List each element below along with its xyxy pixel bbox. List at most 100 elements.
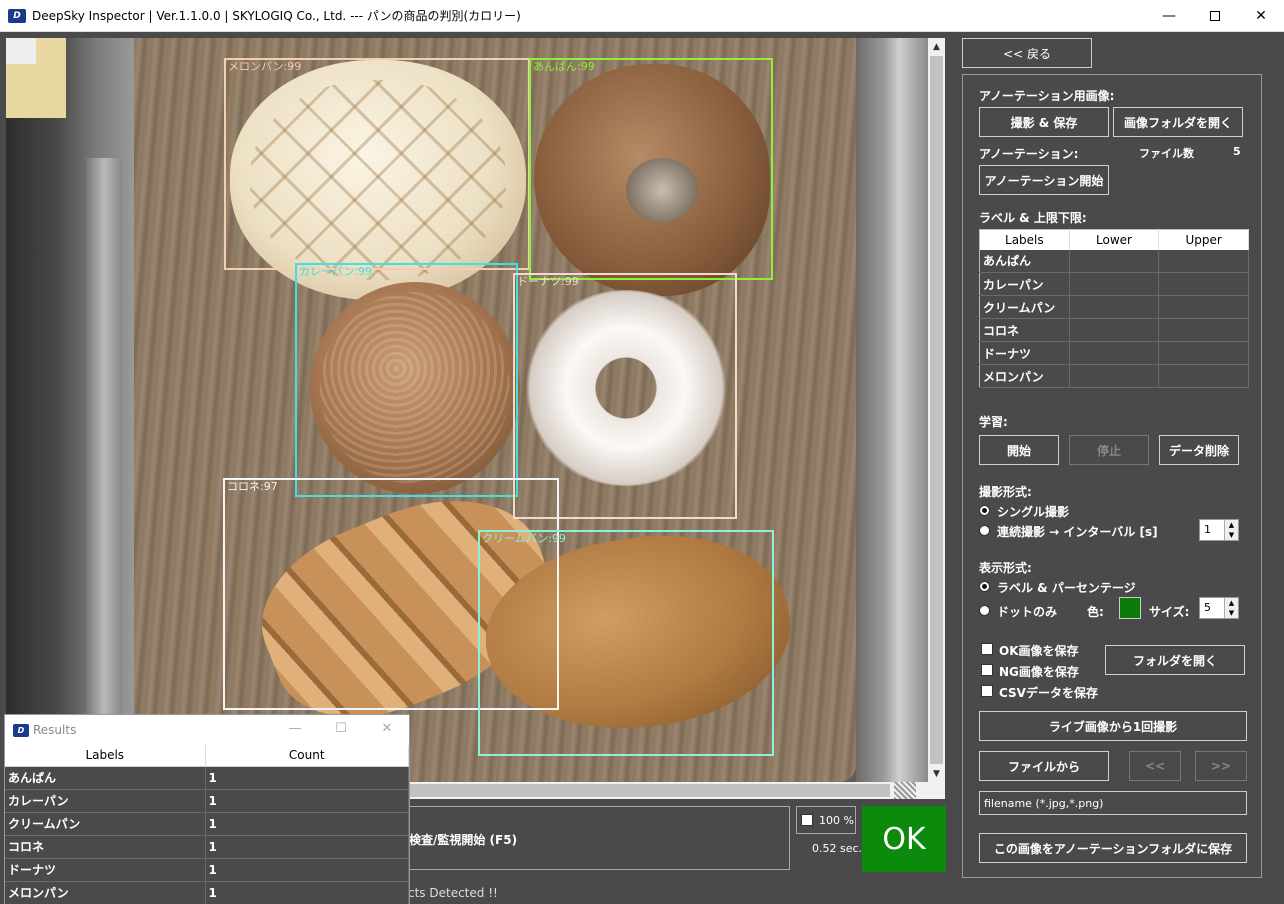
table-row[interactable]: カレーパン [979,272,1249,296]
table-row[interactable]: カレーパン 1 [5,789,409,813]
capture-save-button[interactable]: 撮影 & 保存 [979,107,1109,137]
single-capture-radio[interactable] [979,505,990,516]
table-row[interactable]: ドーナツ [979,341,1249,365]
column-header[interactable]: Labels [5,745,206,767]
continuous-capture-radio[interactable] [979,525,990,536]
row-label: コロネ [5,835,206,859]
label-cell: コロネ [979,318,1070,342]
table-row[interactable]: コロネ [979,318,1249,342]
bbox-currypan: カレーパン:99 [295,263,518,497]
result-indicator: OK [862,806,946,872]
background-left [6,38,136,782]
row-count: 1 [205,789,409,813]
spinner-up-icon[interactable]: ▲ [1224,598,1238,608]
results-maximize-button[interactable]: ☐ [327,721,355,736]
lower-cell[interactable] [1069,318,1160,342]
results-close-button[interactable]: ✕ [373,721,401,736]
minimize-button[interactable]: — [1146,0,1192,32]
results-minimize-button[interactable]: — [281,721,309,736]
from-file-button[interactable]: ファイルから [979,751,1109,781]
lower-cell[interactable] [1069,364,1160,388]
table-row[interactable]: クリームパン [979,295,1249,319]
start-annotation-button[interactable]: アノーテーション開始 [979,165,1109,195]
camera-image-view[interactable]: メロンパン:99 あんぱん:99 カレーパン:99 ドーナツ:99 コロネ:97… [6,38,928,782]
table-row[interactable]: メロンパン 1 [5,881,409,904]
save-csv-label: CSVデータを保存 [999,686,1098,700]
title-bar: D DeepSky Inspector | Ver.1.1.0.0 | SKYL… [0,0,1284,32]
size-value: 5 [1204,601,1211,614]
inspect-start-label: 検査/監視開始 (F5) [409,833,518,847]
open-image-folder-button[interactable]: 画像フォルダを開く [1113,107,1243,137]
label-cell: クリームパン [979,295,1070,319]
save-ng-checkbox[interactable] [981,664,993,676]
table-row[interactable]: メロンパン [979,364,1249,388]
table-row[interactable]: コロネ 1 [5,835,409,859]
label-cell: カレーパン [979,272,1070,296]
upper-cell[interactable] [1158,295,1249,319]
column-header[interactable]: Upper [1158,229,1249,250]
bbox-label: クリームパン:99 [482,532,566,545]
lower-cell[interactable] [1069,295,1160,319]
row-count: 1 [205,766,409,790]
row-count: 1 [205,812,409,836]
bbox-creampan: クリームパン:99 [478,530,774,756]
label-percent-radio[interactable] [979,581,990,592]
spinner-down-icon[interactable]: ▼ [1224,608,1238,618]
label-percent-label: ラベル & パーセンテージ [997,581,1136,595]
bbox-label: コロネ:97 [227,480,278,493]
upper-cell[interactable] [1158,318,1249,342]
table-row[interactable]: あんぱん 1 [5,766,409,790]
column-header[interactable]: Count [205,745,409,767]
size-spinner[interactable]: 5 ▲ ▼ [1199,597,1239,619]
spinner-up-icon[interactable]: ▲ [1224,520,1238,530]
row-count: 1 [205,835,409,859]
column-header[interactable]: Lower [1069,229,1160,250]
upper-cell[interactable] [1158,272,1249,296]
dot-color-swatch[interactable] [1119,597,1141,619]
column-header[interactable]: Labels [979,229,1070,250]
results-title: Results [33,723,77,737]
control-panel: アノーテーション用画像: 撮影 & 保存 画像フォルダを開く アノーテーション:… [962,74,1262,878]
upper-cell[interactable] [1158,364,1249,388]
maximize-icon [1210,11,1220,21]
row-count: 1 [205,858,409,882]
close-button[interactable]: ✕ [1238,0,1284,32]
prev-file-button[interactable]: << [1129,751,1181,781]
scroll-down-icon[interactable]: ▼ [928,765,945,782]
vertical-scrollbar[interactable]: ▲ ▼ [928,38,945,782]
display-mode-heading: 表示形式: [979,561,1032,575]
scroll-thumb[interactable] [930,56,943,764]
save-csv-checkbox[interactable] [981,685,993,697]
learning-stop-button[interactable]: 停止 [1069,435,1149,465]
dot-only-radio[interactable] [979,605,990,616]
table-row[interactable]: あんぱん [979,249,1249,273]
spinner-down-icon[interactable]: ▼ [1224,530,1238,540]
capture-mode-heading: 撮影形式: [979,485,1032,499]
zoom-checkbox[interactable]: 100 % [796,806,856,834]
table-row[interactable]: クリームパン 1 [5,812,409,836]
learning-start-button[interactable]: 開始 [979,435,1059,465]
back-button[interactable]: << 戻る [962,38,1092,68]
save-ok-checkbox[interactable] [981,643,993,655]
upper-cell[interactable] [1158,341,1249,365]
interval-spinner[interactable]: 1 ▲ ▼ [1199,519,1239,541]
upper-cell[interactable] [1158,249,1249,273]
save-to-annotation-button[interactable]: この画像をアノーテーションフォルダに保存 [979,833,1247,863]
maximize-button[interactable] [1192,0,1238,32]
row-count: 1 [205,881,409,904]
inspect-start-button[interactable]: 検査/監視開始 (F5) [408,806,790,870]
bbox-melonpan: メロンパン:99 [224,58,530,270]
filename-input[interactable]: filename (*.jpg,*.png) [979,791,1247,815]
lower-cell[interactable] [1069,272,1160,296]
lower-cell[interactable] [1069,249,1160,273]
lower-cell[interactable] [1069,341,1160,365]
table-row[interactable]: ドーナツ 1 [5,858,409,882]
scroll-up-icon[interactable]: ▲ [928,38,945,55]
bbox-anpan: あんぱん:99 [529,58,773,280]
open-folder-button[interactable]: フォルダを開く [1105,645,1245,675]
capture-live-button[interactable]: ライブ画像から1回撮影 [979,711,1247,741]
next-file-button[interactable]: >> [1195,751,1247,781]
results-title-bar: D Results — ☐ ✕ [5,715,409,745]
delete-data-button[interactable]: データ削除 [1159,435,1239,465]
resize-grip-icon[interactable] [894,782,916,799]
